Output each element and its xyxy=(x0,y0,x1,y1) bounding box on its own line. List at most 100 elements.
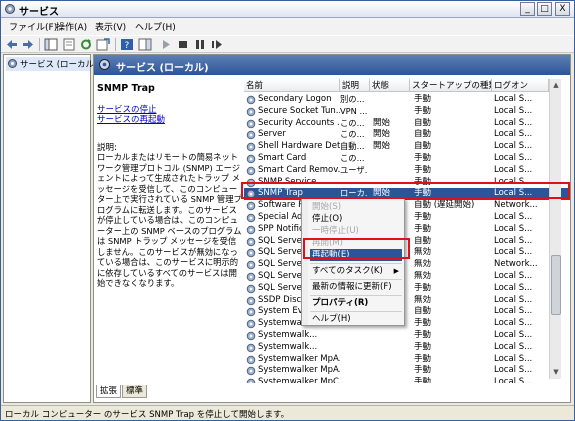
vertical-scrollbar[interactable]: ▲ ▼ xyxy=(549,79,561,379)
maximize-button[interactable]: □ xyxy=(537,2,552,16)
menu-help[interactable]: ヘルプ(H) xyxy=(135,20,176,33)
menu-item-all-tasks[interactable]: すべてのタスク(K) ▶ xyxy=(310,265,402,277)
column-header-name[interactable]: 名前 xyxy=(244,79,340,92)
column-header-logon[interactable]: ログオン xyxy=(492,79,549,92)
menu-file[interactable]: ファイル(F) xyxy=(9,20,57,33)
submenu-arrow-icon: ▶ xyxy=(393,267,399,275)
service-logon-cell: Local S... xyxy=(494,341,533,352)
table-row[interactable]: Smart Card この... 手動 Local S... xyxy=(244,153,570,165)
column-header-status[interactable]: 状態 xyxy=(370,79,410,92)
show-hide-pane-icon[interactable] xyxy=(138,38,152,51)
service-gear-icon xyxy=(246,367,256,376)
table-row[interactable]: Systemwalk... 手動 Local S... xyxy=(244,330,570,342)
context-menu: 開始(S) 停止(O) 一時停止(U) 再開(M) 再起動(E) すべてのタスク… xyxy=(301,198,405,326)
scroll-down-icon[interactable]: ▼ xyxy=(551,367,561,377)
toolbar-separator xyxy=(115,38,116,51)
menu-item-properties[interactable]: プロパティ(R) xyxy=(310,297,402,309)
table-row[interactable]: SQL Server ... 無効 Network... xyxy=(244,259,570,271)
table-row[interactable]: Secure Socket Tun... VPN ... 手動 Local S... xyxy=(244,106,570,118)
table-row[interactable]: Systemwalk... 手動 Local S... xyxy=(244,342,570,354)
pause-service-icon[interactable] xyxy=(193,38,207,51)
service-startup-cell: 自動 xyxy=(414,117,432,128)
menu-action[interactable]: 操作(A) xyxy=(56,20,87,33)
table-row[interactable]: SPP Notifica... 手動 Local S... xyxy=(244,224,570,236)
service-logon-cell: Local S... xyxy=(494,330,533,340)
table-row[interactable]: Systemwalker MpC... 手動 Local S... xyxy=(244,377,570,383)
back-arrow-icon[interactable] xyxy=(5,38,19,51)
service-name-cell: Systemwalker MpC... xyxy=(258,377,340,383)
refresh-icon[interactable] xyxy=(79,38,93,51)
service-gear-icon xyxy=(246,343,256,353)
table-row[interactable]: SQL Server ... 無効 Local S... xyxy=(244,271,570,283)
service-logon-cell: Local S... xyxy=(494,306,533,317)
service-logon-cell: Local S... xyxy=(494,94,533,104)
menu-item-help[interactable]: ヘルプ(H) xyxy=(310,313,402,325)
column-header-description[interactable]: 説明 xyxy=(340,79,370,92)
service-name-cell: Secure Socket Tun... xyxy=(258,105,340,116)
service-name-cell: Systemwalker MpA... xyxy=(258,353,340,364)
table-row[interactable]: Server この... 開始 自動 Local S... xyxy=(244,129,570,141)
stop-service-icon[interactable] xyxy=(176,38,190,51)
menu-view[interactable]: 表示(V) xyxy=(95,20,126,33)
table-row[interactable]: Systemwalk... 手動 Local S... xyxy=(244,318,570,330)
window-title: サービス xyxy=(19,7,59,18)
service-gear-icon xyxy=(246,272,256,282)
highlight-box-snmp-trap xyxy=(241,182,570,199)
menu-bar: ファイル(F) 操作(A) 表示(V) ヘルプ(H) xyxy=(1,18,574,35)
menu-item-refresh[interactable]: 最新の情報に更新(F) xyxy=(310,281,402,293)
tab-standard[interactable]: 標準 xyxy=(122,385,148,398)
tab-extended[interactable]: 拡張 xyxy=(96,385,122,398)
help-icon[interactable]: ? xyxy=(120,38,134,51)
service-logon-cell: Local S... xyxy=(494,153,533,163)
scroll-up-icon[interactable]: ▲ xyxy=(551,80,561,90)
service-gear-icon xyxy=(246,249,256,258)
console-tree-icon[interactable] xyxy=(44,38,58,51)
forward-arrow-icon[interactable] xyxy=(21,38,35,51)
menu-item-start[interactable]: 開始(S) xyxy=(310,201,402,213)
panel-title: サービス (ローカル) xyxy=(116,63,209,74)
table-row[interactable]: SQL Server ... 手動 Local S... xyxy=(244,283,570,295)
menu-separator xyxy=(310,295,402,296)
properties-sheet-icon[interactable] xyxy=(62,38,76,51)
restart-service-link[interactable]: サービスの再起動 xyxy=(97,113,165,125)
menu-item-stop[interactable]: 停止(O) xyxy=(310,213,402,225)
service-description-cell: この... xyxy=(340,129,365,140)
service-name-cell: Security Accounts ... xyxy=(258,117,340,128)
close-button[interactable]: X xyxy=(555,2,570,16)
service-startup-cell: 手動 xyxy=(414,94,432,104)
service-startup-cell: 手動 xyxy=(414,223,432,234)
table-row[interactable]: Systemwalker MpA... 手動 Local S... xyxy=(244,365,570,377)
service-gear-icon xyxy=(246,201,256,211)
service-gear-icon xyxy=(246,355,256,364)
tree-item-label: サービス (ローカル) xyxy=(20,60,98,70)
services-window: サービス _ □ X ファイル(F) 操作(A) 表示(V) ヘルプ(H) ? … xyxy=(0,0,575,421)
table-row[interactable]: Secondary Logon 別の... 手動 Local S... xyxy=(244,94,570,106)
table-row[interactable]: Security Accounts ... この... 開始 自動 Local S... xyxy=(244,118,570,130)
service-gear-icon xyxy=(246,319,256,329)
table-row[interactable]: SSDP Disco... 無効 Local S... xyxy=(244,295,570,307)
menu-item-all-tasks-label: すべてのタスク(K) xyxy=(312,266,383,276)
service-gear-icon xyxy=(246,95,256,105)
restart-service-icon[interactable] xyxy=(210,38,224,51)
table-row[interactable]: Special Adm... 手動 Local S... xyxy=(244,212,570,224)
tree-item-services-local[interactable]: サービス (ローカル) xyxy=(6,57,97,71)
start-service-icon[interactable] xyxy=(159,38,173,51)
service-description: ローカルまたはリモートの簡易ネットワーク管理プロトコル (SNMP) エージェン… xyxy=(97,152,242,288)
service-gear-icon xyxy=(246,131,256,140)
table-row[interactable]: Smart Card Remov...ユーザ... 手動 Local S... xyxy=(244,165,570,177)
menu-item-pause[interactable]: 一時停止(U) xyxy=(310,225,402,237)
table-row[interactable]: Systemwalker MpA... 手動 Local S... xyxy=(244,354,570,366)
view-tabs: 拡張 標準 xyxy=(96,385,296,399)
table-row[interactable]: Software Pr... 自動 (遅延開始) Network... xyxy=(244,200,570,212)
service-gear-icon xyxy=(246,154,256,164)
column-header-startup-type[interactable]: スタートアップの種類 xyxy=(410,79,492,92)
table-row[interactable]: Shell Hardware Det... 自動... 開始 自動 Local S... xyxy=(244,141,570,153)
minimize-button[interactable]: _ xyxy=(520,2,535,16)
export-list-icon[interactable] xyxy=(96,38,110,51)
table-row[interactable]: System Eve... 自動 Local S... xyxy=(244,306,570,318)
service-name-cell: Smart Card xyxy=(258,153,307,163)
menu-separator xyxy=(310,263,402,264)
service-startup-cell: 手動 xyxy=(414,377,432,383)
service-startup-cell: 手動 xyxy=(414,330,432,340)
scrollbar-thumb[interactable] xyxy=(551,255,561,315)
